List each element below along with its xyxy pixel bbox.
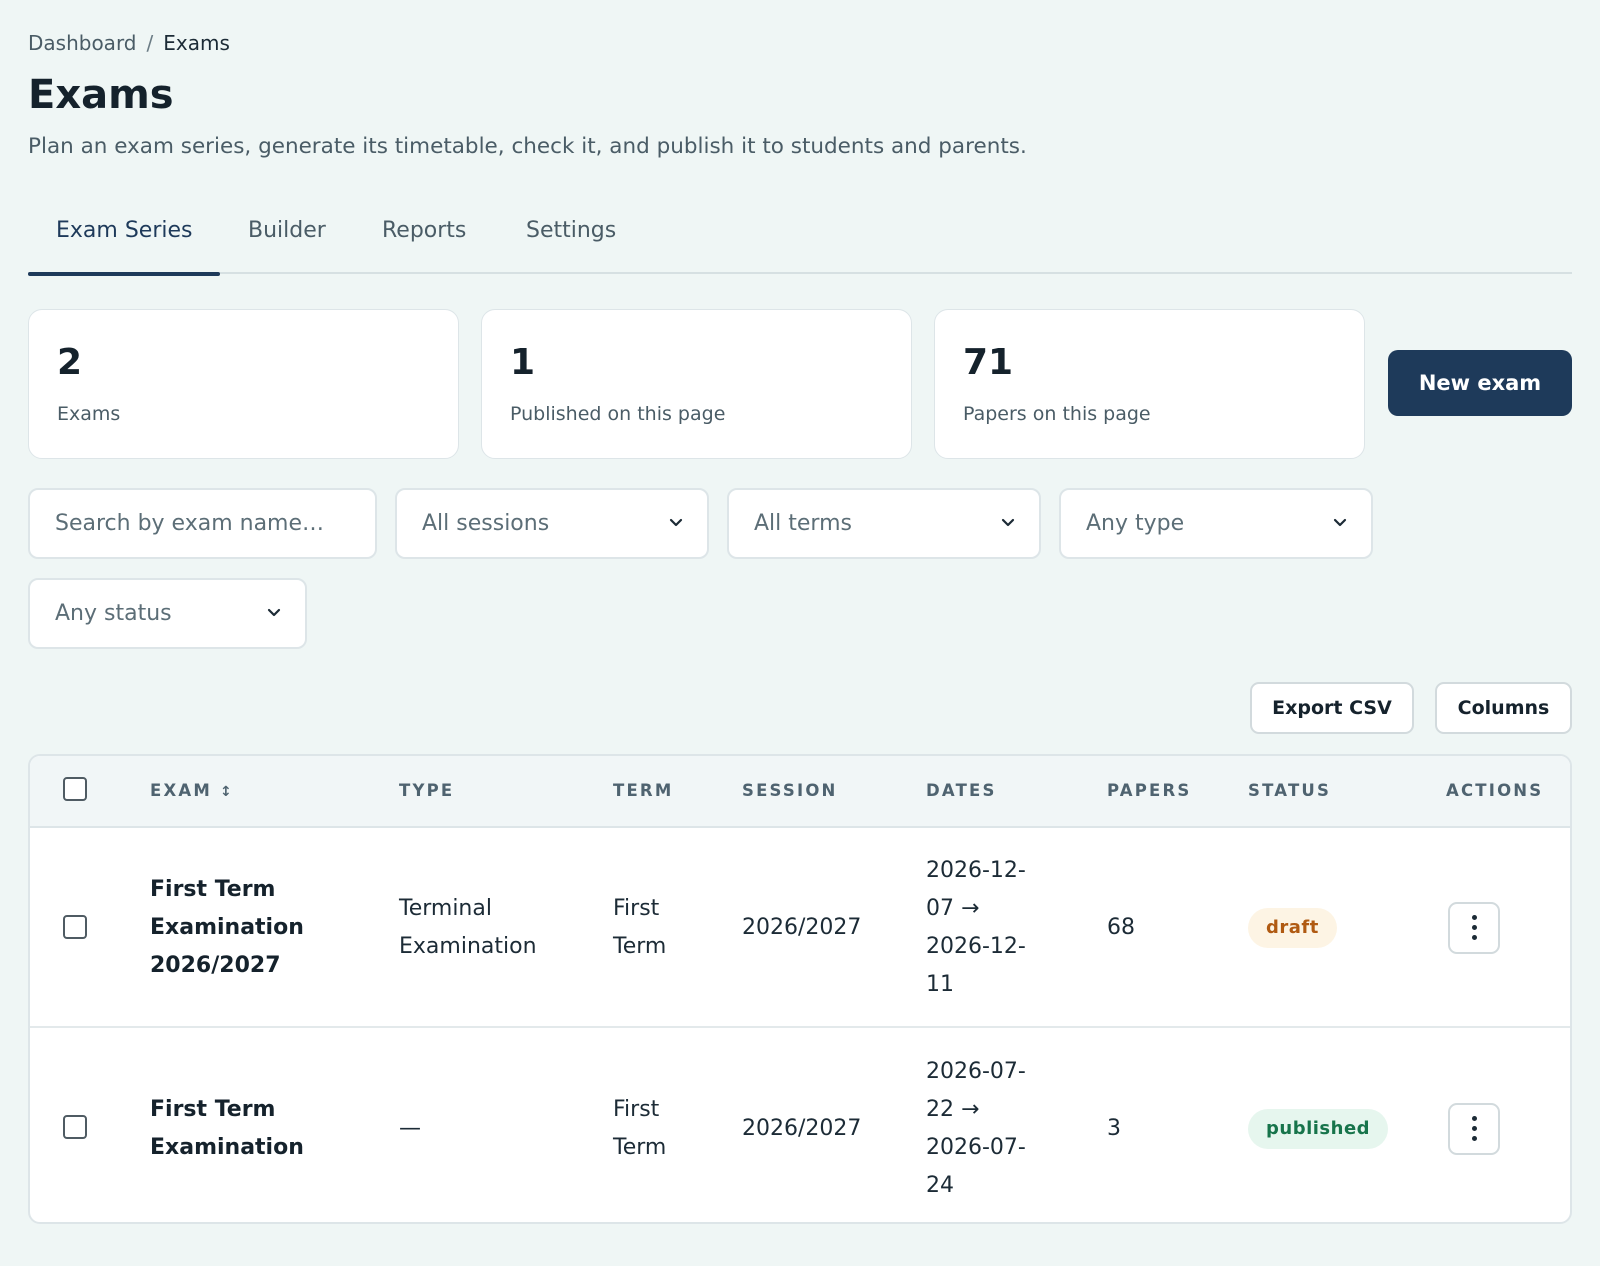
- stat-label: Papers on this page: [963, 403, 1151, 425]
- row-checkbox[interactable]: [63, 1115, 87, 1139]
- session-select[interactable]: All sessions: [395, 488, 709, 559]
- term-select-value: All terms: [754, 511, 852, 536]
- kebab-menu-icon-dot: [1472, 935, 1477, 940]
- kebab-menu-icon-dot: [1472, 925, 1477, 930]
- breadcrumb-dashboard-link[interactable]: Dashboard: [28, 31, 137, 55]
- exam-papers: 3: [1107, 1116, 1121, 1141]
- stat-label: Published on this page: [510, 403, 726, 425]
- status-badge: published: [1248, 1109, 1389, 1149]
- table-header: EXAM ↕ TYPE TERM SESSION DATES PAPERS STA…: [30, 756, 1570, 828]
- kebab-menu-icon-dot: [1472, 915, 1477, 920]
- column-header-session: SESSION: [742, 781, 838, 800]
- row-checkbox[interactable]: [63, 915, 87, 939]
- exam-dates-line: 2026-12-: [926, 858, 1026, 883]
- exam-name-line: 2026/2027: [150, 953, 281, 978]
- stat-value: 71: [963, 342, 1014, 383]
- exam-type: —: [399, 1110, 421, 1148]
- breadcrumb-separator: /: [146, 31, 154, 55]
- exam-type-line: Terminal: [399, 896, 492, 921]
- exam-dates-line: 07 →: [926, 896, 980, 921]
- exam-dates: 2026-07- 22 → 2026-07- 24: [926, 1053, 1026, 1205]
- exam-term-line: First: [613, 1097, 660, 1122]
- column-header-papers: PAPERS: [1107, 781, 1192, 800]
- row-actions-button[interactable]: [1448, 902, 1500, 954]
- exam-name-line: First Term: [150, 877, 276, 902]
- column-header-term: TERM: [613, 781, 674, 800]
- exam-name-line: Examination: [150, 915, 304, 940]
- stat-value: 2: [57, 342, 83, 383]
- exam-term: First Term: [613, 1091, 666, 1167]
- exam-type: Terminal Examination: [399, 890, 537, 966]
- session-select-value: All sessions: [422, 511, 550, 536]
- table-row: First Term Examination — First Term 2026…: [30, 1030, 1570, 1222]
- export-csv-button[interactable]: Export CSV: [1250, 682, 1414, 734]
- exam-name[interactable]: First Term Examination: [150, 1091, 304, 1167]
- stat-card-papers: 71 Papers on this page: [934, 309, 1365, 459]
- table-row: First Term Examination 2026/2027 Termina…: [30, 830, 1570, 1028]
- tab-bar: Exam Series Builder Reports Settings: [28, 206, 1572, 276]
- chevron-down-icon: [267, 608, 281, 617]
- exam-name-line: First Term: [150, 1097, 276, 1122]
- tab-reports[interactable]: Reports: [354, 206, 494, 274]
- type-select[interactable]: Any type: [1059, 488, 1373, 559]
- status-select-value: Any status: [55, 601, 172, 626]
- exam-session: 2026/2027: [742, 915, 862, 940]
- exam-papers: 68: [1107, 915, 1135, 940]
- exams-table: EXAM ↕ TYPE TERM SESSION DATES PAPERS STA…: [28, 754, 1572, 1224]
- stat-value: 1: [510, 342, 536, 383]
- chevron-down-icon: [1001, 518, 1015, 527]
- chevron-down-icon: [1333, 518, 1347, 527]
- search-field: [28, 488, 377, 559]
- stat-label: Exams: [57, 403, 121, 425]
- sort-icon[interactable]: ↕: [220, 784, 232, 800]
- exam-type-line: —: [399, 1116, 421, 1141]
- exam-name-line: Examination: [150, 1135, 304, 1160]
- exam-name[interactable]: First Term Examination 2026/2027: [150, 871, 304, 985]
- column-header-dates: DATES: [926, 781, 997, 800]
- kebab-menu-icon-dot: [1472, 1116, 1477, 1121]
- status-badge: draft: [1248, 908, 1337, 948]
- exam-dates-line: 2026-12-: [926, 934, 1026, 959]
- exam-dates-line: 24: [926, 1173, 954, 1198]
- column-header-exam[interactable]: EXAM ↕: [150, 756, 232, 827]
- new-exam-button[interactable]: New exam: [1388, 350, 1572, 416]
- exam-dates-line: 2026-07-: [926, 1059, 1026, 1084]
- tab-settings[interactable]: Settings: [498, 206, 644, 274]
- columns-button[interactable]: Columns: [1435, 682, 1572, 734]
- tab-builder[interactable]: Builder: [220, 206, 354, 274]
- exam-term-line: First: [613, 896, 660, 921]
- exam-dates-line: 22 →: [926, 1097, 980, 1122]
- exam-term-line: Term: [613, 1135, 667, 1160]
- exam-dates: 2026-12- 07 → 2026-12- 11: [926, 852, 1026, 1004]
- type-select-value: Any type: [1086, 511, 1185, 536]
- column-header-type: TYPE: [399, 781, 455, 800]
- select-all-checkbox[interactable]: [63, 777, 87, 801]
- breadcrumb-current: Exams: [163, 31, 230, 55]
- exam-dates-line: 2026-07-: [926, 1135, 1026, 1160]
- stat-card-exams: 2 Exams: [28, 309, 459, 459]
- column-header-status: STATUS: [1248, 781, 1332, 800]
- row-actions-button[interactable]: [1448, 1103, 1500, 1155]
- column-header-actions: ACTIONS: [1446, 781, 1544, 800]
- column-header-label: EXAM: [150, 781, 212, 800]
- kebab-menu-icon-dot: [1472, 1136, 1477, 1141]
- chevron-down-icon: [669, 518, 683, 527]
- breadcrumb: Dashboard / Exams: [28, 31, 230, 55]
- exam-term: First Term: [613, 890, 666, 966]
- search-input[interactable]: [30, 490, 375, 557]
- stat-card-published: 1 Published on this page: [481, 309, 912, 459]
- exam-type-line: Examination: [399, 934, 537, 959]
- exam-dates-line: 11: [926, 972, 954, 997]
- term-select[interactable]: All terms: [727, 488, 1041, 559]
- status-select[interactable]: Any status: [28, 578, 307, 649]
- page-title: Exams: [28, 72, 174, 118]
- tab-exam-series[interactable]: Exam Series: [28, 206, 221, 276]
- kebab-menu-icon-dot: [1472, 1126, 1477, 1131]
- exam-term-line: Term: [613, 934, 667, 959]
- exam-session: 2026/2027: [742, 1116, 862, 1141]
- page-subtitle: Plan an exam series, generate its timeta…: [28, 134, 1027, 159]
